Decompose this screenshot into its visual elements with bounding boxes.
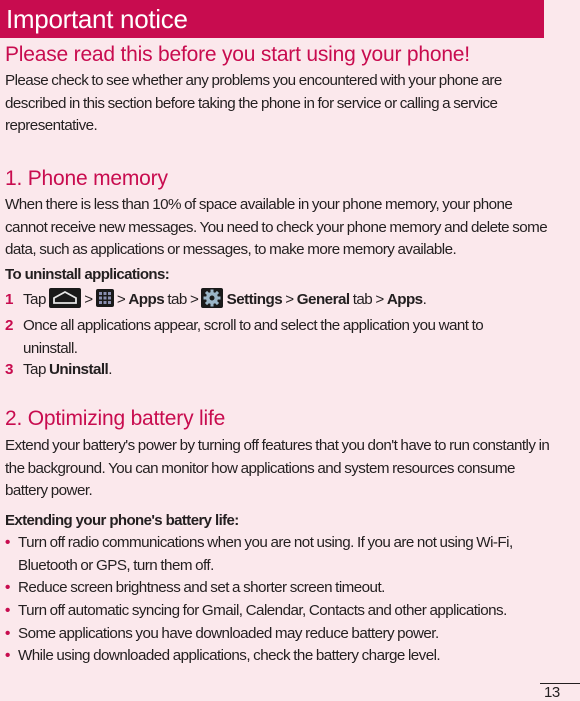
list-item: • Turn off radio communications when you … xyxy=(5,534,513,574)
step-text: Tap xyxy=(23,361,46,378)
period: . xyxy=(108,361,112,378)
settings-label: Settings xyxy=(226,291,283,308)
battery-tips-label: Extending your phone's battery life: xyxy=(5,512,239,529)
subtitle: Please read this before you start using … xyxy=(5,43,470,66)
step-text: Tap xyxy=(23,291,46,308)
general-label: General xyxy=(296,291,350,308)
step-1: 1 Tap > > Apps tab > Settings > General … xyxy=(5,288,545,312)
step-text: Once all applications appear, scroll to … xyxy=(23,317,484,357)
tab-text: tab > xyxy=(167,291,199,308)
step-3: 3 Tap Uninstall. xyxy=(5,359,545,382)
list-item: • Turn off automatic syncing for Gmail, C… xyxy=(5,600,550,623)
bullet-icon: • xyxy=(5,625,10,642)
step-number: 2 xyxy=(5,317,13,334)
apps-label-2: Apps xyxy=(386,291,423,308)
uninstall-label: To uninstall applications: xyxy=(5,266,170,283)
section-heading-battery: 2. Optimizing battery life xyxy=(5,407,226,430)
separator: > xyxy=(285,291,294,308)
header-title: Important notice xyxy=(6,4,188,34)
uninstall-label-bold: Uninstall xyxy=(49,361,109,378)
settings-gear-icon xyxy=(201,288,224,309)
bullet-icon: • xyxy=(5,602,10,619)
step-number: 3 xyxy=(5,361,13,378)
list-item: • Some applications you have downloaded m… xyxy=(5,623,550,646)
list-item: • While using downloaded applications, ch… xyxy=(5,645,550,668)
bullet-icon: • xyxy=(5,534,10,551)
header-bar: Important notice xyxy=(0,0,544,38)
home-icon xyxy=(49,288,82,309)
step-number: 1 xyxy=(5,291,13,308)
phone-memory-paragraph: When there is less than 10% of space ava… xyxy=(5,196,548,258)
list-item: • Reduce screen brightness and set a shor… xyxy=(5,577,550,600)
bullet-icon: • xyxy=(5,579,10,596)
apps-label: Apps xyxy=(128,291,165,308)
separator: > xyxy=(84,291,93,308)
apps-grid-icon xyxy=(95,289,114,308)
battery-paragraph: Extend your battery's power by turning o… xyxy=(5,437,550,499)
section-heading-phone-memory: 1. Phone memory xyxy=(5,167,168,190)
intro-paragraph: Please check to see whether any problems… xyxy=(5,72,502,134)
bullet-icon: • xyxy=(5,647,10,664)
tab-text: tab > xyxy=(352,291,385,308)
step-2: 2 Once all applications appear, scroll to… xyxy=(5,315,545,360)
separator: > xyxy=(116,291,126,308)
page-number: 13 xyxy=(544,684,560,701)
period: . xyxy=(422,291,427,308)
